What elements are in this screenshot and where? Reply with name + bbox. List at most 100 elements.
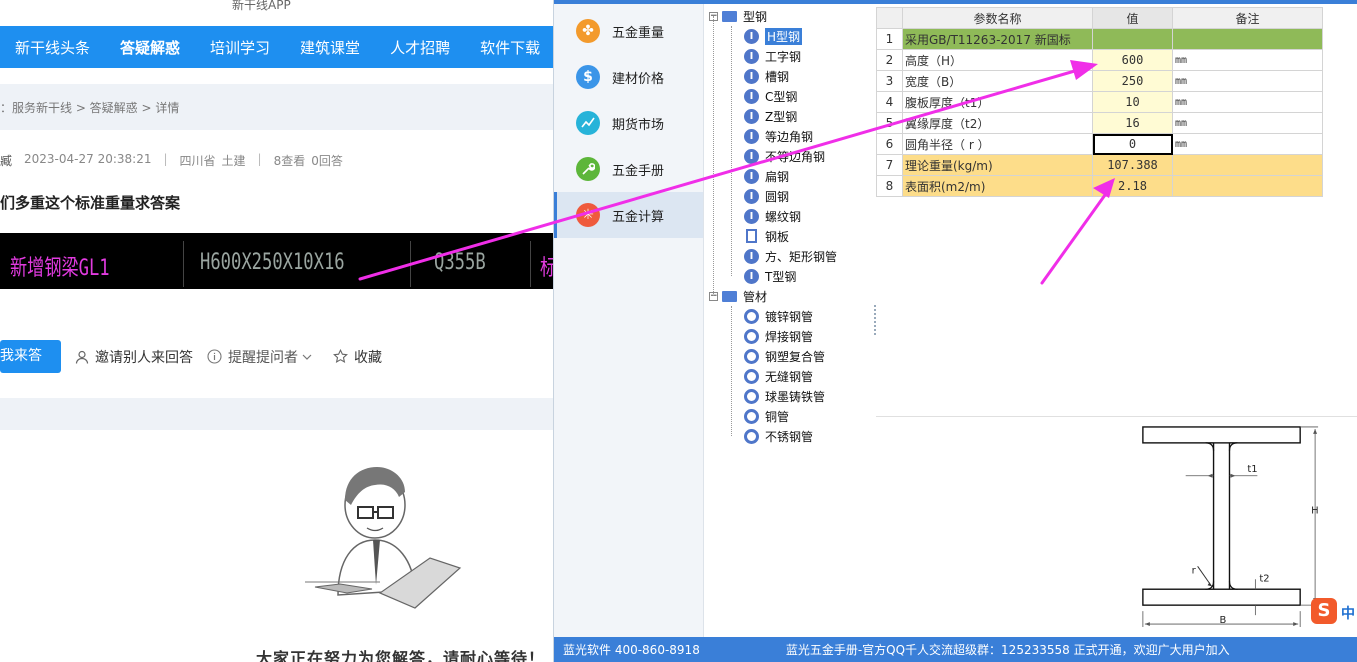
tree-item-label: T型钢 (765, 269, 797, 284)
tree-item[interactable]: I 圆钢 (709, 186, 874, 206)
sidebar-item-calc[interactable]: ✳ 五金计算 (554, 192, 703, 238)
tree-item-label: 铜管 (765, 409, 790, 424)
material-tree: − 型钢 I H型钢 I 工字钢 I 槽钢 I C型钢 I Z型钢 I 等边角钢 I 不等边角钢 I 扁钢 I 圆钢 I… (709, 6, 874, 466)
tree-item[interactable]: 钢塑复合管 (709, 346, 874, 366)
nav-item-classroom[interactable]: 建筑课堂 (285, 37, 375, 58)
param-value[interactable]: 16 (1092, 112, 1173, 134)
sidebar-item-manual[interactable]: 五金手册 (554, 146, 703, 192)
trend-icon (576, 111, 600, 135)
tree-item-label: C型钢 (765, 89, 798, 104)
param-value[interactable]: 600 (1092, 49, 1173, 71)
param-value[interactable]: 250 (1092, 70, 1173, 92)
section-divider (0, 398, 556, 430)
section-steel-icon: I (744, 108, 759, 124)
tree-item[interactable]: I Z型钢 (709, 106, 874, 126)
tree-item[interactable]: 球墨铸铁管 (709, 386, 874, 406)
tree-item-label: 工字钢 (765, 49, 802, 64)
param-note: mm (1172, 70, 1323, 92)
tree-group[interactable]: − 管材 (709, 286, 874, 306)
tree-item[interactable]: I 等边角钢 (709, 126, 874, 146)
section-steel-icon: I (744, 28, 759, 44)
tree-item[interactable]: 铜管 (709, 406, 874, 426)
nav-item-qa[interactable]: 答疑解惑 (105, 37, 195, 58)
tree-group-label: 管材 (743, 289, 768, 304)
tree-item-label: 钢塑复合管 (765, 349, 826, 364)
section-steel-icon: I (744, 68, 759, 84)
tree-group[interactable]: − 型钢 (709, 6, 874, 26)
user-icon (75, 350, 89, 364)
sidebar-item-label: 建材价格 (612, 71, 665, 87)
invite-button[interactable]: 邀请别人来回答 (75, 347, 193, 367)
grid-corner (876, 7, 903, 29)
cad-label-beam: 新增钢梁GL1 (10, 256, 110, 281)
category: 土建 (221, 154, 246, 168)
tree-item[interactable]: I H型钢 (709, 26, 874, 46)
section-steel-icon: I (744, 128, 759, 144)
grid-row: 5 翼缘厚度（t2） 16 mm (876, 112, 1323, 134)
tree-item[interactable]: I 不等边角钢 (709, 146, 874, 166)
info-icon (207, 349, 222, 364)
param-value[interactable]: 0 (1092, 133, 1173, 155)
section-steel-icon: I (744, 208, 759, 224)
clover-icon: ✤ (576, 19, 600, 43)
breadcrumb-text[interactable]: ：服务新干线 > 答疑解惑 > 详情 (0, 99, 179, 116)
nav-item-download[interactable]: 软件下载 (465, 37, 555, 58)
dim-label-h: H (1311, 506, 1318, 517)
cad-label-grade: Q355B (434, 250, 486, 275)
pipe-icon (744, 308, 759, 324)
dim-label-r: r (1192, 565, 1197, 576)
tree-item-label: 圆钢 (765, 189, 790, 204)
tree-item[interactable]: 无缝钢管 (709, 366, 874, 386)
tree-item[interactable]: I 螺纹钢 (709, 206, 874, 226)
cad-divider (410, 241, 411, 287)
param-value: 2.18 (1092, 175, 1173, 197)
param-note: mm (1172, 133, 1323, 155)
tree-item[interactable]: I C型钢 (709, 86, 874, 106)
sidebar-item-futures[interactable]: 期货市场 (554, 100, 703, 146)
remind-button[interactable]: 提醒提问者 (207, 347, 319, 367)
grid-row: 4 腹板厚度（t1） 10 mm (876, 91, 1323, 113)
grid-row: 3 宽度（B） 250 mm (876, 70, 1323, 92)
view-count: 8查看 (273, 154, 306, 168)
cad-divider (183, 241, 184, 287)
tree-item-label: 槽钢 (765, 69, 790, 84)
tree-item[interactable]: I 扁钢 (709, 166, 874, 186)
param-name: 采用GB/T11263-2017 新国标 (902, 28, 1093, 50)
param-value (1092, 28, 1173, 50)
folder-icon (722, 10, 737, 22)
ime-language[interactable]: 中 (1341, 603, 1355, 623)
param-note (1172, 28, 1323, 50)
plate-icon (746, 229, 757, 243)
tree-item[interactable]: I 方、矩形钢管 (709, 246, 874, 266)
tree-item-label: 等边角钢 (765, 129, 814, 144)
user-name[interactable]: 臧 (0, 152, 12, 169)
tree-item-label: 无缝钢管 (765, 369, 814, 384)
tree-item-label: Z型钢 (765, 109, 798, 124)
sidebar-item-weight[interactable]: ✤ 五金重量 (554, 8, 703, 54)
tree-item[interactable]: 镀锌钢管 (709, 306, 874, 326)
pipe-icon (744, 348, 759, 364)
tree-item-label: 镀锌钢管 (765, 309, 814, 324)
tree-item[interactable]: I 工字钢 (709, 46, 874, 66)
tree-item[interactable]: 钢板 (709, 226, 874, 246)
region: 四川省 (179, 154, 216, 168)
param-name: 圆角半径（ r ） (902, 133, 1093, 155)
pipe-icon (744, 388, 759, 404)
dim-label-t2: t2 (1259, 573, 1269, 584)
tree-item[interactable]: I 槽钢 (709, 66, 874, 86)
question-meta: 臧 2023-04-27 20:38:21 | 四川省 土建 | 8查看 0回答 (0, 152, 355, 169)
splitter-handle[interactable] (874, 305, 876, 335)
nav-item-jobs[interactable]: 人才招聘 (375, 37, 465, 58)
collect-button[interactable]: 收藏 (333, 347, 382, 367)
dollar-icon: $ (576, 65, 600, 89)
nav-item-training[interactable]: 培训学习 (195, 37, 285, 58)
param-value[interactable]: 10 (1092, 91, 1173, 113)
answer-button[interactable]: 我来答 (0, 340, 61, 373)
tree-item[interactable]: I T型钢 (709, 266, 874, 286)
nav-item-headlines[interactable]: 新干线头条 (0, 37, 105, 58)
ime-logo-icon[interactable]: S (1311, 598, 1337, 624)
tree-item[interactable]: 焊接钢管 (709, 326, 874, 346)
main-nav: 新干线头条 答疑解惑 培训学习 建筑课堂 人才招聘 软件下载 (0, 26, 556, 68)
sidebar-item-prices[interactable]: $ 建材价格 (554, 54, 703, 100)
tree-item[interactable]: 不锈钢管 (709, 426, 874, 446)
